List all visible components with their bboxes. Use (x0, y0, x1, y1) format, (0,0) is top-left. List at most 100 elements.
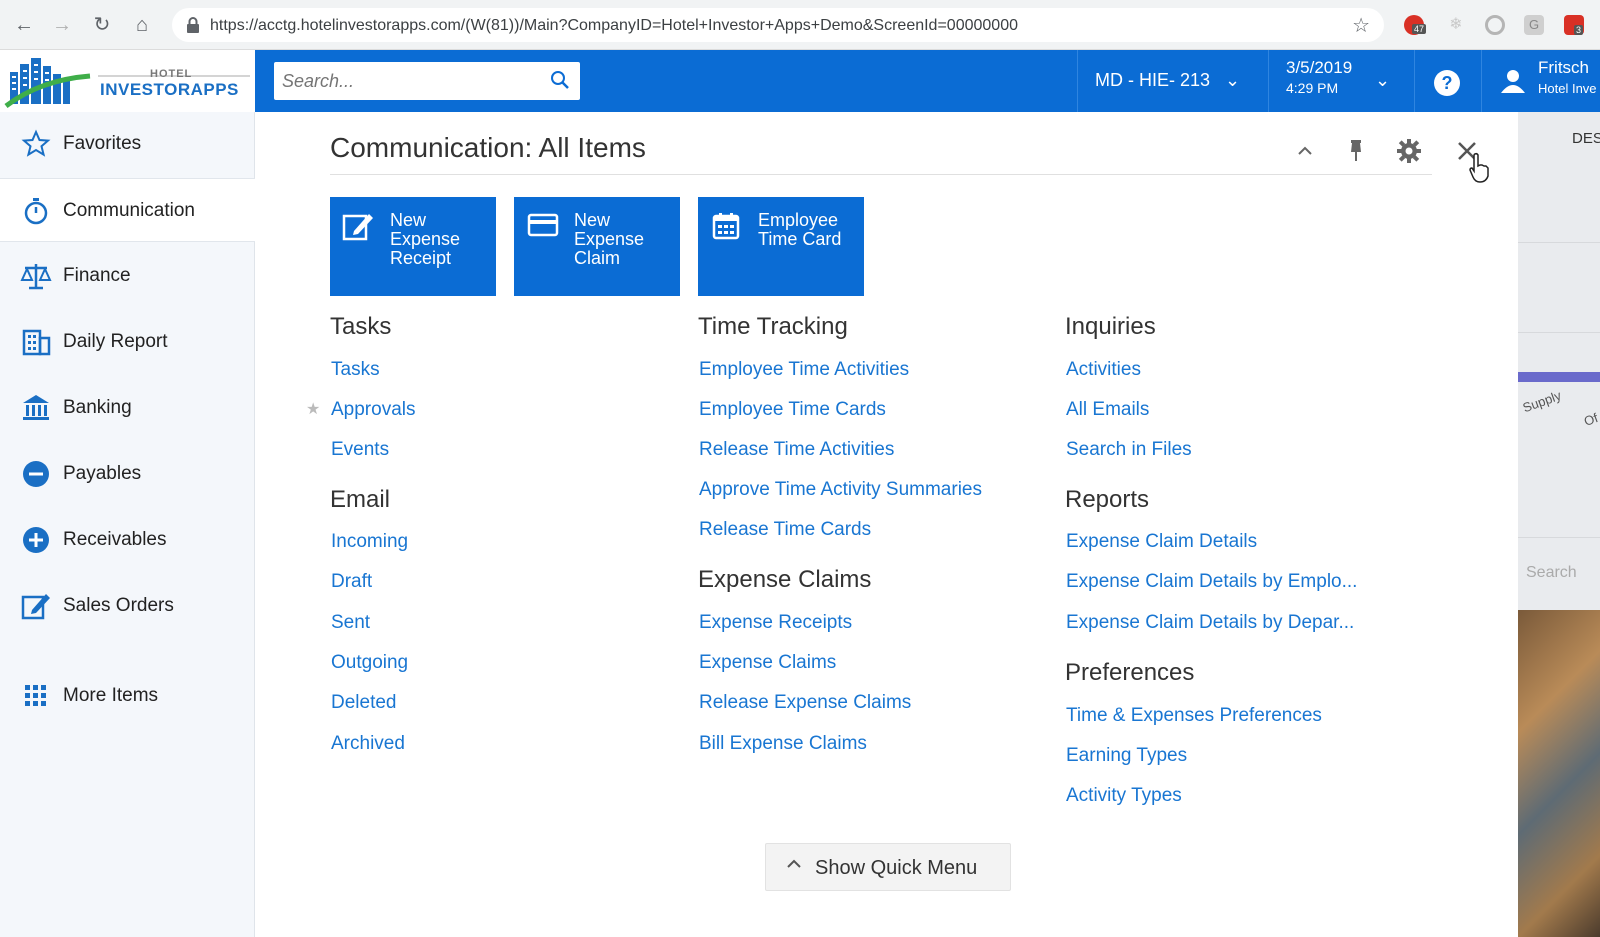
link-approvals[interactable]: Approvals (331, 399, 416, 421)
background-workspace: DES Supply Of Search (1518, 112, 1600, 937)
link-events[interactable]: Events (331, 439, 389, 461)
sidebar-item-daily-report[interactable]: Daily Report (0, 310, 255, 374)
favorite-star-icon[interactable]: ★ (306, 399, 320, 419)
chevron-up-icon (787, 859, 801, 868)
link-search-in-files[interactable]: Search in Files (1066, 439, 1192, 461)
sidebar-item-label: Daily Report (63, 331, 168, 352)
logo-text-hotel: HOTEL (150, 68, 193, 80)
link-release-time-activities[interactable]: Release Time Activities (699, 439, 894, 461)
branch-selector[interactable]: MD - HIE- 213 (1095, 70, 1210, 91)
company-logo[interactable]: HOTEL INVESTORAPPS (0, 50, 255, 112)
sidebar-item-label: Finance (63, 265, 131, 286)
search-icon[interactable] (550, 70, 570, 90)
edit-icon (342, 214, 373, 241)
sidebar-item-banking[interactable]: Banking (0, 376, 255, 440)
help-icon[interactable]: ? (1434, 70, 1460, 96)
minus-circle-icon (23, 461, 49, 487)
link-expense-claim-details[interactable]: Expense Claim Details (1066, 531, 1257, 553)
chevron-up-icon[interactable] (1296, 144, 1314, 158)
bank-icon (23, 395, 49, 420)
link-all-emails[interactable]: All Emails (1066, 399, 1149, 421)
link-expense-claim-details-by-department[interactable]: Expense Claim Details by Depar... (1066, 612, 1354, 634)
link-employee-time-activities[interactable]: Employee Time Activities (699, 359, 909, 381)
link-tasks[interactable]: Tasks (331, 359, 380, 381)
chevron-down-icon[interactable]: ⌄ (1375, 70, 1390, 91)
building-icon (22, 329, 51, 356)
address-bar[interactable]: https://acctg.hotelinvestorapps.com/(W(8… (172, 8, 1384, 42)
divider (1518, 332, 1600, 333)
new-expense-claim-tile[interactable]: New Expense Claim (514, 197, 680, 296)
link-outgoing[interactable]: Outgoing (331, 652, 408, 674)
section-heading-email: Email (330, 486, 391, 513)
search-input[interactable] (282, 68, 542, 94)
section-heading-reports: Reports (1065, 486, 1150, 513)
business-date-selector[interactable]: 3/5/2019 4:29 PM (1286, 58, 1352, 96)
pin-icon[interactable] (1346, 138, 1366, 164)
background-search: Search (1526, 564, 1577, 581)
extension-badge: 3 (1574, 25, 1584, 35)
section-heading-time-tracking: Time Tracking (698, 313, 848, 340)
tile-label: New Expense Claim (574, 210, 645, 268)
show-quick-menu-button[interactable]: Show Quick Menu (765, 843, 1011, 891)
sidebar-item-label: Receivables (63, 529, 167, 550)
extension-icon[interactable]: 47 (1404, 15, 1427, 35)
link-bill-expense-claims[interactable]: Bill Expense Claims (699, 733, 867, 755)
background-photo (1518, 610, 1600, 937)
calendar-extension-icon[interactable]: 3 (1564, 15, 1584, 35)
forward-icon[interactable]: → (50, 13, 74, 37)
sidebar-item-receivables[interactable]: Receivables (0, 508, 255, 572)
sidebar-item-finance[interactable]: Finance (0, 244, 255, 308)
link-deleted[interactable]: Deleted (331, 692, 397, 714)
business-date: 3/5/2019 (1286, 58, 1353, 77)
sidebar-item-favorites[interactable]: Favorites (0, 112, 255, 176)
link-release-expense-claims[interactable]: Release Expense Claims (699, 692, 911, 714)
new-expense-receipt-tile[interactable]: New Expense Receipt (330, 197, 496, 296)
grammar-extension-icon[interactable]: G (1524, 15, 1544, 35)
back-icon[interactable]: ← (12, 13, 36, 37)
tile-label: New Expense Receipt (390, 210, 461, 268)
sidebar-item-payables[interactable]: Payables (0, 442, 255, 506)
divider (1518, 242, 1600, 243)
link-approve-time-activity-summaries[interactable]: Approve Time Activity Summaries (699, 479, 982, 501)
hand-cursor-icon (1469, 152, 1489, 183)
snowflake-extension-icon[interactable]: ❄ (1446, 15, 1466, 35)
link-employee-time-cards[interactable]: Employee Time Cards (699, 399, 886, 421)
sidebar-item-more-items[interactable]: More Items (0, 664, 255, 728)
sidebar-item-label: Communication (63, 200, 195, 221)
global-search[interactable] (274, 62, 580, 100)
employee-time-card-tile[interactable]: Employee Time Card (698, 197, 864, 296)
edit-icon (21, 594, 50, 620)
credit-card-icon (527, 213, 559, 237)
link-activity-types[interactable]: Activity Types (1066, 785, 1182, 807)
user-menu[interactable]: Fritsch Hotel Inve (1538, 58, 1597, 96)
link-draft[interactable]: Draft (331, 571, 372, 593)
link-activities[interactable]: Activities (1066, 359, 1141, 381)
link-release-time-cards[interactable]: Release Time Cards (699, 519, 871, 541)
sidebar-item-label: Banking (63, 397, 132, 418)
scales-icon (20, 264, 52, 290)
reload-icon[interactable]: ↻ (90, 13, 114, 37)
link-expense-claims[interactable]: Expense Claims (699, 652, 836, 674)
section-heading-inquiries: Inquiries (1065, 313, 1156, 340)
header-divider (1268, 50, 1269, 112)
link-earning-types[interactable]: Earning Types (1066, 745, 1187, 767)
divider (1518, 537, 1600, 538)
link-time-expenses-preferences[interactable]: Time & Expenses Preferences (1066, 705, 1322, 727)
business-time: 4:29 PM (1286, 80, 1339, 96)
link-incoming[interactable]: Incoming (331, 531, 408, 553)
bookmark-star-icon[interactable]: ☆ (1352, 13, 1370, 38)
link-expense-claim-details-by-employee[interactable]: Expense Claim Details by Emplo... (1066, 571, 1357, 593)
background-chart-label: Of (1581, 410, 1600, 429)
gear-icon[interactable] (1396, 138, 1422, 164)
home-icon[interactable]: ⌂ (130, 13, 154, 37)
background-chart-bar (1518, 372, 1600, 382)
sidebar-item-communication[interactable]: Communication (0, 178, 255, 242)
user-icon[interactable] (1500, 68, 1526, 94)
link-sent[interactable]: Sent (331, 612, 370, 634)
link-archived[interactable]: Archived (331, 733, 405, 755)
page-title: Communication: All Items (330, 132, 646, 163)
sidebar-item-sales-orders[interactable]: Sales Orders (0, 574, 255, 638)
circle-extension-icon[interactable] (1485, 15, 1505, 35)
chevron-down-icon[interactable]: ⌄ (1225, 70, 1240, 91)
link-expense-receipts[interactable]: Expense Receipts (699, 612, 852, 634)
